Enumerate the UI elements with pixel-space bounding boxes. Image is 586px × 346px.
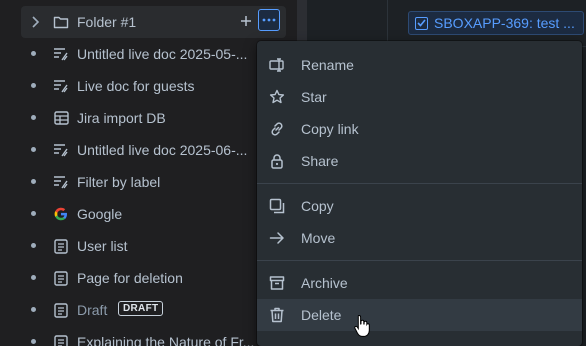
live-doc-icon <box>53 142 69 158</box>
hand-cursor-icon <box>354 314 370 337</box>
menu-item-copy-link[interactable]: Copy link <box>257 113 582 145</box>
tree-item-label: Live doc for guests <box>77 78 195 94</box>
tree-item[interactable]: Explaining the Nature of Fr... <box>0 326 296 346</box>
page-icon <box>53 334 69 346</box>
rename-icon <box>269 57 285 73</box>
menu-item-star[interactable]: Star <box>257 81 582 113</box>
page-icon <box>53 302 69 318</box>
tree-item[interactable]: Google <box>0 198 296 230</box>
tree-item[interactable]: User list <box>0 230 296 262</box>
menu-item-label: Move <box>301 230 336 246</box>
menu-item-copy[interactable]: Copy <box>257 190 582 222</box>
jira-issue-link[interactable]: SBOXAPP-369: test ... <box>408 11 584 35</box>
archive-icon <box>269 275 285 291</box>
more-actions-button[interactable] <box>258 9 280 31</box>
bullet-dot <box>31 307 36 312</box>
tree-item[interactable]: Jira import DB <box>0 102 296 134</box>
menu-item-archive[interactable]: Archive <box>257 267 582 299</box>
context-menu: Rename Star Copy link Share Copy Move Archive D… <box>257 41 582 346</box>
copy-icon <box>269 198 285 214</box>
link-icon <box>269 121 285 137</box>
tree-item-label: Explaining the Nature of Fr... <box>77 334 255 346</box>
bullet-dot <box>31 147 36 152</box>
google-icon <box>53 206 69 222</box>
tree-folder-row[interactable]: Folder #1 <box>21 6 286 38</box>
tree-item[interactable]: Live doc for guests <box>0 70 296 102</box>
checkbox-icon <box>415 16 428 30</box>
menu-item-label: Copy <box>301 198 334 214</box>
trash-icon <box>269 307 285 323</box>
tree-item[interactable]: Page for deletion <box>0 262 296 294</box>
tree-item-label: Untitled live doc 2025-05-... <box>77 46 248 62</box>
tree-item[interactable]: Untitled live doc 2025-06-... <box>0 134 296 166</box>
live-doc-icon <box>53 78 69 94</box>
arrow-right-icon <box>269 230 285 246</box>
bullet-dot <box>31 179 36 184</box>
tree-item-label: Draft <box>77 302 108 318</box>
bullet-dot <box>31 275 36 280</box>
menu-separator <box>257 183 582 184</box>
tree-item-label: Filter by label <box>77 174 161 190</box>
chevron-right-icon[interactable] <box>30 15 40 31</box>
bullet-dot <box>31 243 36 248</box>
bullet-dot <box>31 211 36 216</box>
tree-item-label: Jira import DB <box>77 110 166 126</box>
bullet-dot <box>31 83 36 88</box>
menu-item-rename[interactable]: Rename <box>257 49 582 81</box>
tree-item-label: User list <box>77 238 128 254</box>
menu-item-share[interactable]: Share <box>257 145 582 177</box>
live-doc-icon <box>53 46 69 62</box>
bullet-dot <box>31 339 36 344</box>
tree-item[interactable]: Filter by label <box>0 166 296 198</box>
menu-item-delete[interactable]: Delete <box>257 299 582 331</box>
tree-item-label: Google <box>77 206 123 222</box>
bullet-dot <box>31 51 36 56</box>
app-page: Folder #1 Untitled live doc 2025-05-... L… <box>0 0 586 346</box>
menu-item-label: Star <box>301 89 327 105</box>
lock-icon <box>269 153 285 169</box>
star-icon <box>269 89 285 105</box>
menu-item-label: Rename <box>301 57 354 73</box>
menu-item-label: Archive <box>301 275 348 291</box>
folder-label: Folder #1 <box>77 14 137 30</box>
page-icon <box>53 270 69 286</box>
bullet-dot <box>31 115 36 120</box>
draft-badge: DRAFT <box>118 301 164 316</box>
menu-item-label: Share <box>301 153 339 169</box>
tree-item-label: Page for deletion <box>77 270 183 286</box>
menu-item-move[interactable]: Move <box>257 222 582 254</box>
menu-separator <box>257 260 582 261</box>
tree-item[interactable]: Draft DRAFT <box>0 294 296 326</box>
menu-item-label: Delete <box>301 307 342 323</box>
jira-issue-label: SBOXAPP-369: test ... <box>434 15 575 31</box>
tree-item[interactable]: Untitled live doc 2025-05-... <box>0 38 296 70</box>
menu-item-label: Copy link <box>301 121 359 137</box>
folder-icon <box>53 14 69 30</box>
live-doc-icon <box>53 174 69 190</box>
database-icon <box>53 110 69 126</box>
page-icon <box>53 238 69 254</box>
sidebar-tree: Folder #1 Untitled live doc 2025-05-... L… <box>0 6 296 346</box>
add-child-button[interactable] <box>237 12 255 30</box>
tree-item-label: Untitled live doc 2025-06-... <box>77 142 248 158</box>
